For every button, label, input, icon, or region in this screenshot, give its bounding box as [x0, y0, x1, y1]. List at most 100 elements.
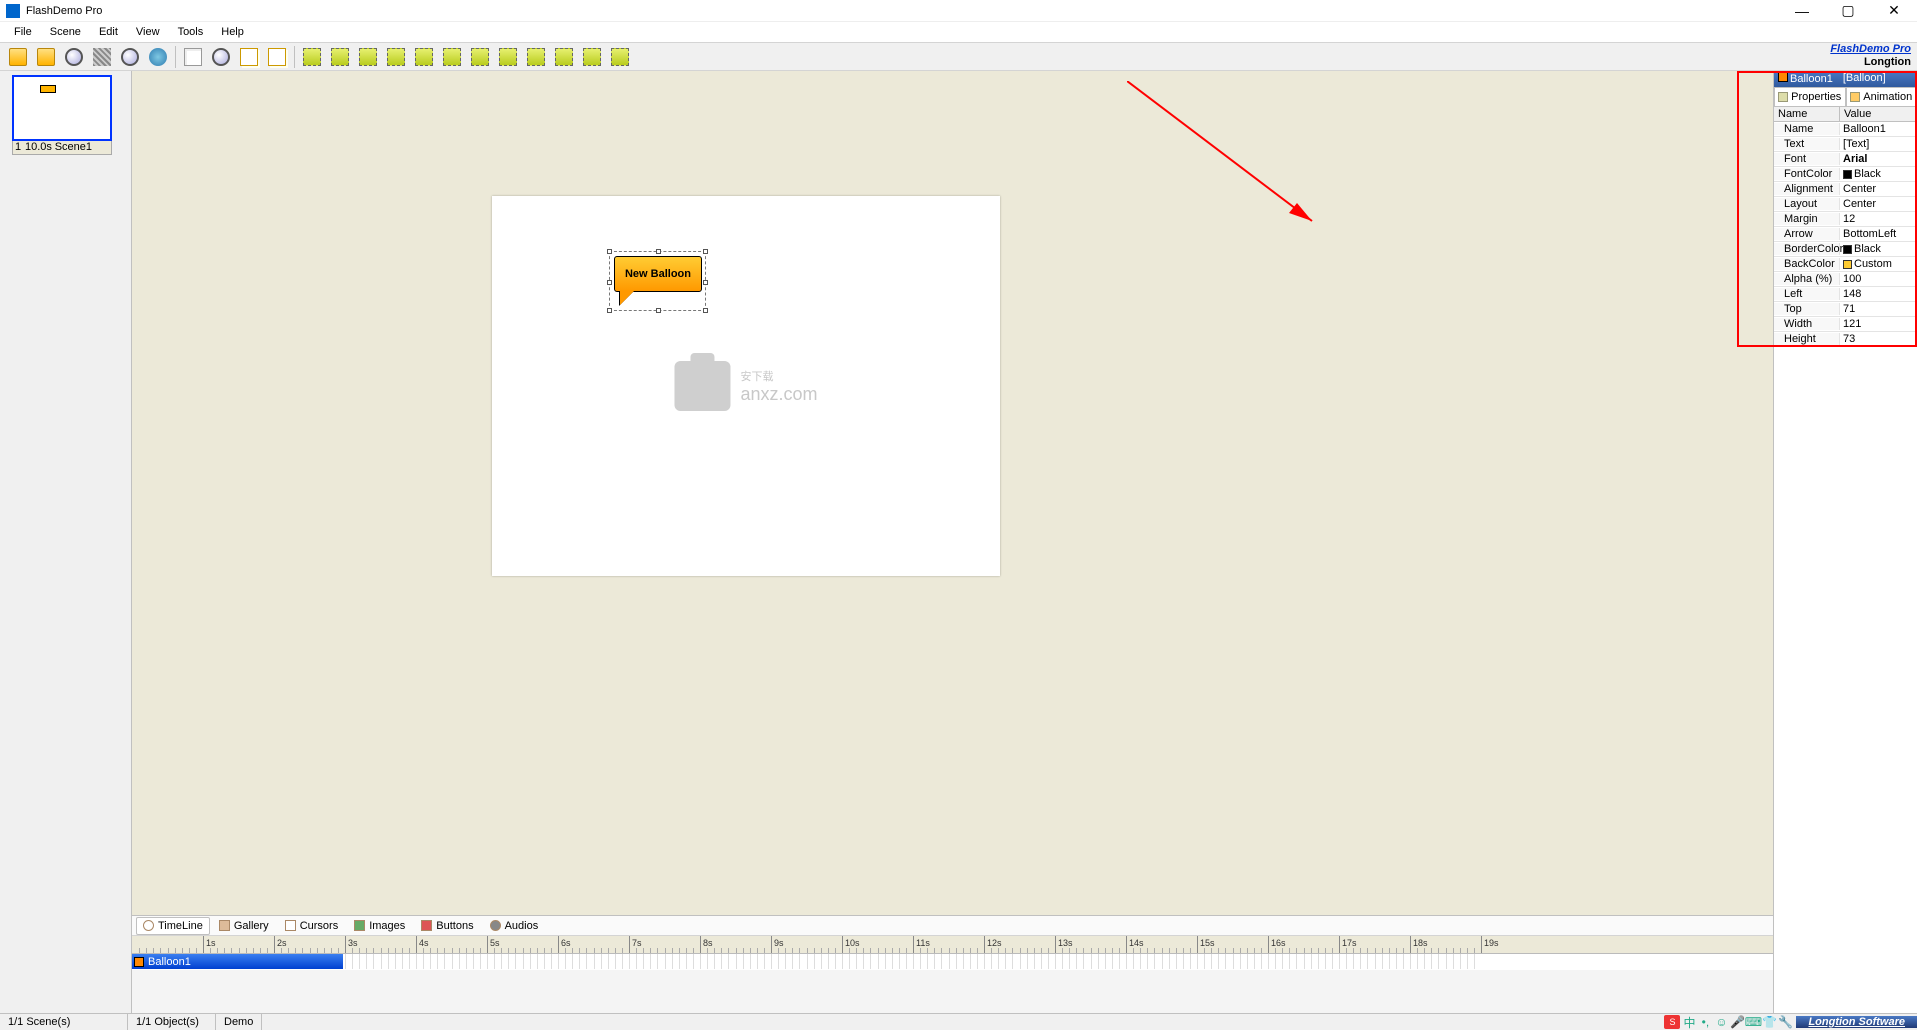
property-value[interactable]: Black — [1840, 243, 1917, 255]
ime-emoji-icon[interactable]: ☺ — [1714, 1015, 1728, 1029]
select-tool-12[interactable] — [607, 45, 633, 69]
menu-edit[interactable]: Edit — [91, 24, 126, 40]
maximize-button[interactable]: ▢ — [1825, 0, 1871, 22]
minimize-button[interactable]: — — [1779, 0, 1825, 22]
find-button[interactable] — [208, 45, 234, 69]
resize-handle[interactable] — [703, 308, 708, 313]
menu-tools[interactable]: Tools — [170, 24, 212, 40]
property-value[interactable]: Center — [1840, 183, 1917, 195]
ime-skin-icon[interactable]: 👕 — [1762, 1015, 1776, 1029]
property-value[interactable]: BottomLeft — [1840, 228, 1917, 240]
select-tool-4[interactable] — [383, 45, 409, 69]
timeline-tracks[interactable]: Balloon1 — [132, 954, 1773, 970]
zoom-button[interactable] — [117, 45, 143, 69]
property-value[interactable]: 12 — [1840, 213, 1917, 225]
tab-images[interactable]: Images — [347, 917, 412, 935]
resize-handle[interactable] — [656, 308, 661, 313]
property-row-font[interactable]: FontArial — [1774, 152, 1917, 167]
scene-thumbnail[interactable] — [12, 75, 112, 141]
property-row-top[interactable]: Top71 — [1774, 302, 1917, 317]
menu-scene[interactable]: Scene — [42, 24, 89, 40]
footer-brand[interactable]: Longtion Software — [1796, 1016, 1917, 1028]
ime-mic-icon[interactable]: 🎤 — [1730, 1015, 1744, 1029]
menu-view[interactable]: View — [128, 24, 168, 40]
property-value[interactable]: 71 — [1840, 303, 1917, 315]
property-row-fontcolor[interactable]: FontColorBlack — [1774, 167, 1917, 182]
select-tool-9[interactable] — [523, 45, 549, 69]
property-value[interactable]: Arial — [1840, 153, 1917, 165]
ime-punct-icon[interactable]: •, — [1698, 1015, 1712, 1029]
property-value[interactable]: Balloon1 — [1840, 123, 1917, 135]
property-value[interactable]: Custom — [1840, 258, 1917, 270]
tab-timeline[interactable]: TimeLine — [136, 917, 210, 935]
property-value[interactable]: Black — [1840, 168, 1917, 180]
copy-button[interactable] — [236, 45, 262, 69]
select-tool-2[interactable] — [327, 45, 353, 69]
save-button[interactable] — [33, 45, 59, 69]
property-value[interactable]: 121 — [1840, 318, 1917, 330]
web-button[interactable] — [145, 45, 171, 69]
resize-handle[interactable] — [703, 280, 708, 285]
property-value[interactable]: 73 — [1840, 333, 1917, 345]
tab-buttons[interactable]: Buttons — [414, 917, 480, 935]
property-row-alignment[interactable]: AlignmentCenter — [1774, 182, 1917, 197]
property-value[interactable]: 100 — [1840, 273, 1917, 285]
select-tool-8[interactable] — [495, 45, 521, 69]
property-value[interactable]: 148 — [1840, 288, 1917, 300]
scene-name: Scene1 — [55, 141, 92, 154]
preview-button[interactable] — [61, 45, 87, 69]
canvas-area[interactable]: 安下载 anxz.com New Balloon — [132, 71, 1773, 1013]
property-name: Arrow — [1774, 228, 1840, 240]
ime-lang-icon[interactable]: 中 — [1682, 1015, 1696, 1029]
select-tool-6[interactable] — [439, 45, 465, 69]
tab-gallery[interactable]: Gallery — [212, 917, 276, 935]
balloon-object[interactable]: New Balloon — [614, 256, 702, 292]
ime-tool-icon[interactable]: 🔧 — [1778, 1015, 1792, 1029]
paste-button[interactable] — [264, 45, 290, 69]
timeline-track-balloon1[interactable]: Balloon1 — [132, 954, 343, 969]
property-row-text[interactable]: Text[Text] — [1774, 137, 1917, 152]
property-row-bordercolor[interactable]: BorderColorBlack — [1774, 242, 1917, 257]
watermark-url: anxz.com — [740, 384, 817, 405]
property-row-margin[interactable]: Margin12 — [1774, 212, 1917, 227]
ime-main-icon[interactable]: S — [1664, 1015, 1680, 1029]
open-button[interactable] — [5, 45, 31, 69]
property-row-width[interactable]: Width121 — [1774, 317, 1917, 332]
status-objects: 1/1 Object(s) — [128, 1014, 216, 1030]
property-row-backcolor[interactable]: BackColorCustom — [1774, 257, 1917, 272]
select-tool-7[interactable] — [467, 45, 493, 69]
tab-properties[interactable]: Properties — [1774, 87, 1846, 106]
select-tool-1[interactable] — [299, 45, 325, 69]
record-button[interactable] — [89, 45, 115, 69]
property-row-left[interactable]: Left148 — [1774, 287, 1917, 302]
balloon-selection[interactable]: New Balloon — [609, 251, 706, 311]
property-row-height[interactable]: Height73 — [1774, 332, 1917, 347]
property-row-layout[interactable]: LayoutCenter — [1774, 197, 1917, 212]
close-button[interactable]: ✕ — [1871, 0, 1917, 22]
timeline-ruler[interactable]: 1s2s3s4s5s6s7s8s9s10s11s12s13s14s15s16s1… — [132, 936, 1773, 954]
select-tool-5[interactable] — [411, 45, 437, 69]
menu-help[interactable]: Help — [213, 24, 252, 40]
tab-cursors[interactable]: Cursors — [278, 917, 346, 935]
resize-handle[interactable] — [703, 249, 708, 254]
select-tool-11[interactable] — [579, 45, 605, 69]
menu-file[interactable]: File — [6, 24, 40, 40]
select-tool-10[interactable] — [551, 45, 577, 69]
page[interactable]: 安下载 anxz.com New Balloon — [492, 196, 1000, 576]
tab-animation[interactable]: Animation — [1846, 87, 1917, 106]
property-row-name[interactable]: NameBalloon1 — [1774, 122, 1917, 137]
resize-handle[interactable] — [607, 308, 612, 313]
property-value[interactable]: [Text] — [1840, 138, 1917, 150]
tab-audios[interactable]: Audios — [483, 917, 546, 935]
property-value[interactable]: Center — [1840, 198, 1917, 210]
property-row-arrow[interactable]: ArrowBottomLeft — [1774, 227, 1917, 242]
resize-handle[interactable] — [607, 280, 612, 285]
brand-link[interactable]: FlashDemo Pro — [1830, 43, 1911, 56]
scene-label[interactable]: 1 10.0s Scene1 — [12, 141, 112, 155]
resize-handle[interactable] — [656, 249, 661, 254]
resize-handle[interactable] — [607, 249, 612, 254]
ime-keyboard-icon[interactable]: ⌨ — [1746, 1015, 1760, 1029]
new-page-button[interactable] — [180, 45, 206, 69]
select-tool-3[interactable] — [355, 45, 381, 69]
property-row-alpha[interactable]: Alpha (%)100 — [1774, 272, 1917, 287]
